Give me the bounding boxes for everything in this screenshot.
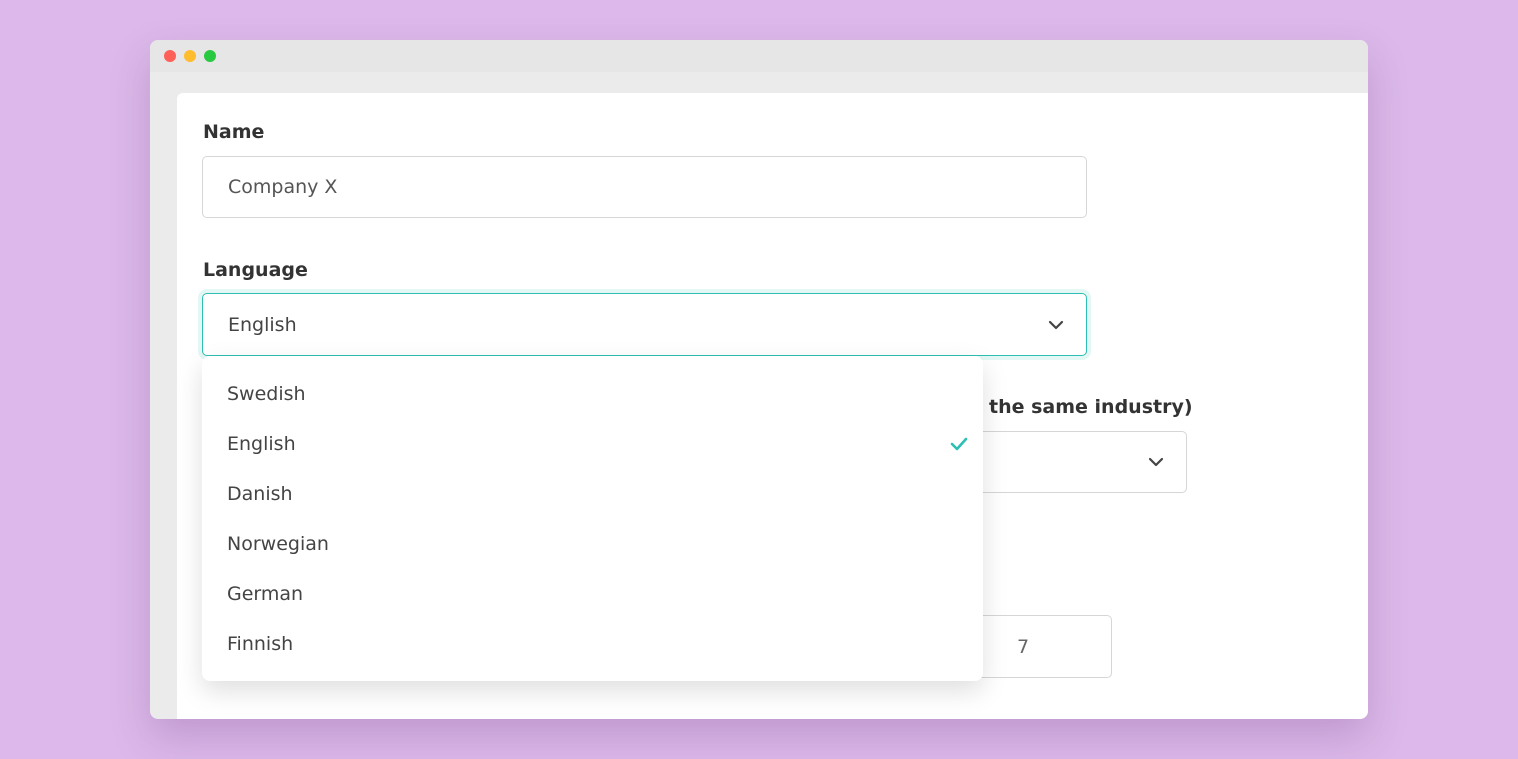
minimize-window-button[interactable] [184,50,196,62]
language-option-english[interactable]: English [202,419,983,469]
language-option-swedish[interactable]: Swedish [202,369,983,419]
name-input[interactable]: Company X [202,156,1087,218]
language-option-finnish[interactable]: Finnish [202,619,983,669]
option-label: Finnish [227,633,294,655]
option-label: English [227,433,296,455]
option-label: Swedish [227,383,306,405]
close-window-button[interactable] [164,50,176,62]
language-select-value: English [228,313,297,336]
language-option-german[interactable]: German [202,569,983,619]
window-titlebar [150,40,1368,72]
language-select[interactable]: English [202,293,1087,356]
chevron-down-icon [1048,320,1064,329]
maximize-window-button[interactable] [204,50,216,62]
chevron-down-icon [1148,457,1164,467]
language-option-danish[interactable]: Danish [202,469,983,519]
language-option-norwegian[interactable]: Norwegian [202,519,983,569]
industry-label: the same industry) [989,396,1193,418]
option-label: German [227,583,304,605]
check-icon [950,437,968,451]
option-label: Danish [227,483,293,505]
name-label: Name [203,121,265,143]
option-label: Norwegian [227,533,329,555]
number-input-value: 7 [1017,635,1030,658]
language-dropdown-menu: Swedish English Danish Norwegian German … [202,356,983,681]
language-label: Language [203,259,308,281]
name-input-value: Company X [228,176,338,198]
